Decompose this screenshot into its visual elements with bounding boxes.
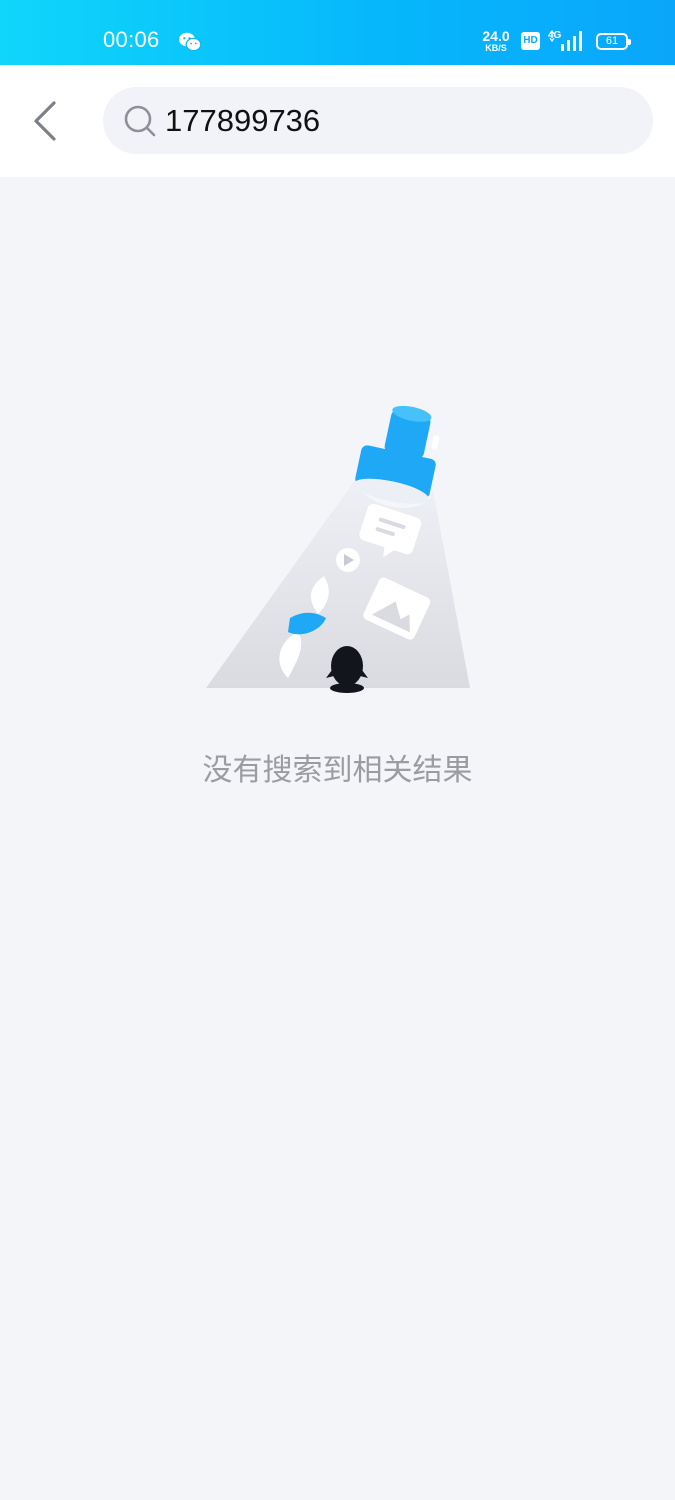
hd-badge: HD bbox=[521, 32, 540, 50]
empty-state-message: 没有搜索到相关结果 bbox=[202, 753, 473, 788]
wechat-icon bbox=[179, 32, 202, 52]
flashlight-penguin-illustration bbox=[206, 405, 470, 693]
signal-icon bbox=[549, 30, 582, 51]
battery-level: 61 bbox=[605, 35, 619, 47]
network-speed-value: 24.0 bbox=[482, 28, 510, 44]
chevron-left-icon bbox=[34, 101, 56, 141]
search-bar[interactable] bbox=[103, 87, 653, 154]
network-speed-unit: KB/S bbox=[485, 43, 507, 53]
search-icon bbox=[124, 105, 156, 137]
status-bar: 00:06 24.0 KB/S HD 4G 61 bbox=[0, 0, 675, 65]
search-input[interactable] bbox=[165, 87, 625, 154]
back-button[interactable] bbox=[22, 95, 70, 147]
search-header bbox=[0, 65, 675, 177]
status-time: 00:06 bbox=[103, 27, 160, 52]
network-speed: 24.0 KB/S bbox=[480, 29, 512, 53]
battery-icon: 61 bbox=[596, 33, 631, 50]
